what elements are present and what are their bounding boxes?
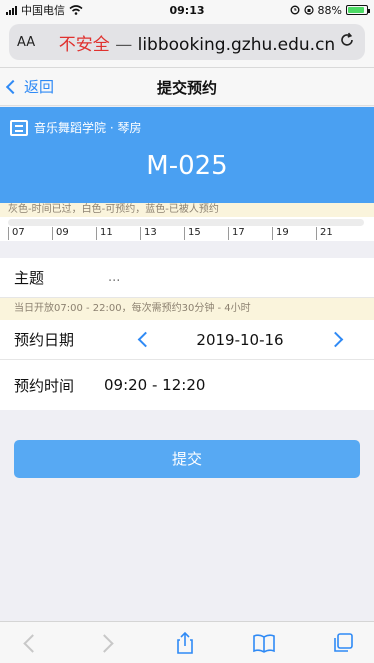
timeline-tick: 07 — [8, 227, 25, 240]
timeline-tick: 09 — [52, 227, 69, 240]
text-size-button[interactable]: AA — [17, 35, 57, 50]
timeline-tick: 21 — [316, 227, 333, 240]
share-icon — [177, 631, 193, 654]
security-warning: 不安全 — [58, 34, 110, 55]
time-value[interactable]: 09:20 - 12:20 — [104, 376, 205, 394]
address-bar[interactable]: AA 不安全 — libbooking.gzhu.edu.cn — [9, 24, 365, 60]
timeline-tick: 19 — [272, 227, 289, 240]
date-row: 预约日期 2019-10-16 — [0, 320, 374, 360]
subject-label: 主题 — [14, 269, 45, 287]
status-right: 88% — [290, 3, 370, 17]
tabs-icon — [334, 633, 353, 652]
previous-date-button[interactable] — [137, 331, 154, 348]
chevron-left-icon — [5, 79, 21, 94]
timeline-tick: 13 — [140, 227, 157, 240]
timeline-tick: 15 — [184, 227, 201, 240]
url-display[interactable]: 不安全 — libbooking.gzhu.edu.cn — [57, 30, 337, 55]
signal-icon — [6, 5, 17, 15]
battery-percent: 88% — [317, 3, 342, 17]
room-location: 音乐舞蹈学院 · 琴房 — [34, 121, 142, 135]
subject-input[interactable] — [108, 270, 358, 285]
page-header: 返回 提交预约 — [0, 68, 374, 106]
timeline-bar[interactable] — [8, 219, 364, 226]
bookmarks-button[interactable] — [251, 630, 277, 656]
status-bar: 中国电信 09:13 88% — [0, 0, 374, 20]
date-value: 2019-10-16 — [196, 330, 284, 349]
url-domain: libbooking.gzhu.edu.cn — [137, 34, 336, 55]
share-button[interactable] — [172, 630, 198, 656]
room-code: M-025 — [146, 151, 228, 181]
date-label: 预约日期 — [14, 331, 75, 349]
browser-back-button[interactable] — [18, 630, 44, 656]
submit-button[interactable]: 提交 — [14, 440, 360, 478]
tabs-button[interactable] — [330, 630, 356, 656]
reload-button[interactable] — [337, 32, 357, 53]
back-label: 返回 — [24, 78, 55, 96]
subject-row: 主题 — [0, 258, 374, 298]
timeline-tick: 17 — [228, 227, 245, 240]
page-title: 提交预约 — [156, 79, 217, 97]
orientation-lock-icon — [303, 5, 314, 15]
reload-icon — [341, 32, 353, 46]
booking-form: 主题 当日开放07:00 - 22:00，每次需预约30分钟 - 4小时 预约日… — [0, 258, 374, 410]
battery-fill — [348, 7, 364, 13]
browser-forward-button[interactable] — [93, 630, 119, 656]
url-separator: — — [115, 34, 133, 55]
timeline-ticks: 07 09 11 13 15 17 19 21 — [0, 227, 374, 241]
availability-timeline: 灰色-时间已过，白色-可预约，蓝色-已被人预约 07 09 11 13 15 1… — [0, 203, 374, 241]
bookmarks-icon — [253, 634, 275, 653]
opening-hours-note: 当日开放07:00 - 22:00，每次需预约30分钟 - 4小时 — [0, 298, 374, 320]
browser-toolbar — [0, 621, 374, 663]
status-left: 中国电信 — [6, 2, 83, 18]
battery-icon — [346, 5, 370, 15]
back-button[interactable]: 返回 — [5, 76, 55, 97]
timeline-tick: 11 — [96, 227, 113, 240]
next-date-button[interactable] — [327, 331, 344, 348]
room-header: 音乐舞蹈学院 · 琴房 — [10, 119, 141, 136]
room-list-icon — [10, 119, 28, 136]
time-row[interactable]: 预约时间 09:20 - 12:20 — [0, 360, 374, 410]
time-label: 预约时间 — [14, 376, 75, 395]
browser-address-area: AA 不安全 — libbooking.gzhu.edu.cn — [0, 20, 374, 68]
wifi-icon — [69, 5, 83, 15]
alarm-icon — [290, 5, 300, 15]
room-card: 音乐舞蹈学院 · 琴房 M-025 — [0, 107, 374, 203]
timeline-legend: 灰色-时间已过，白色-可预约，蓝色-已被人预约 — [0, 203, 374, 217]
carrier-label: 中国电信 — [21, 4, 65, 17]
